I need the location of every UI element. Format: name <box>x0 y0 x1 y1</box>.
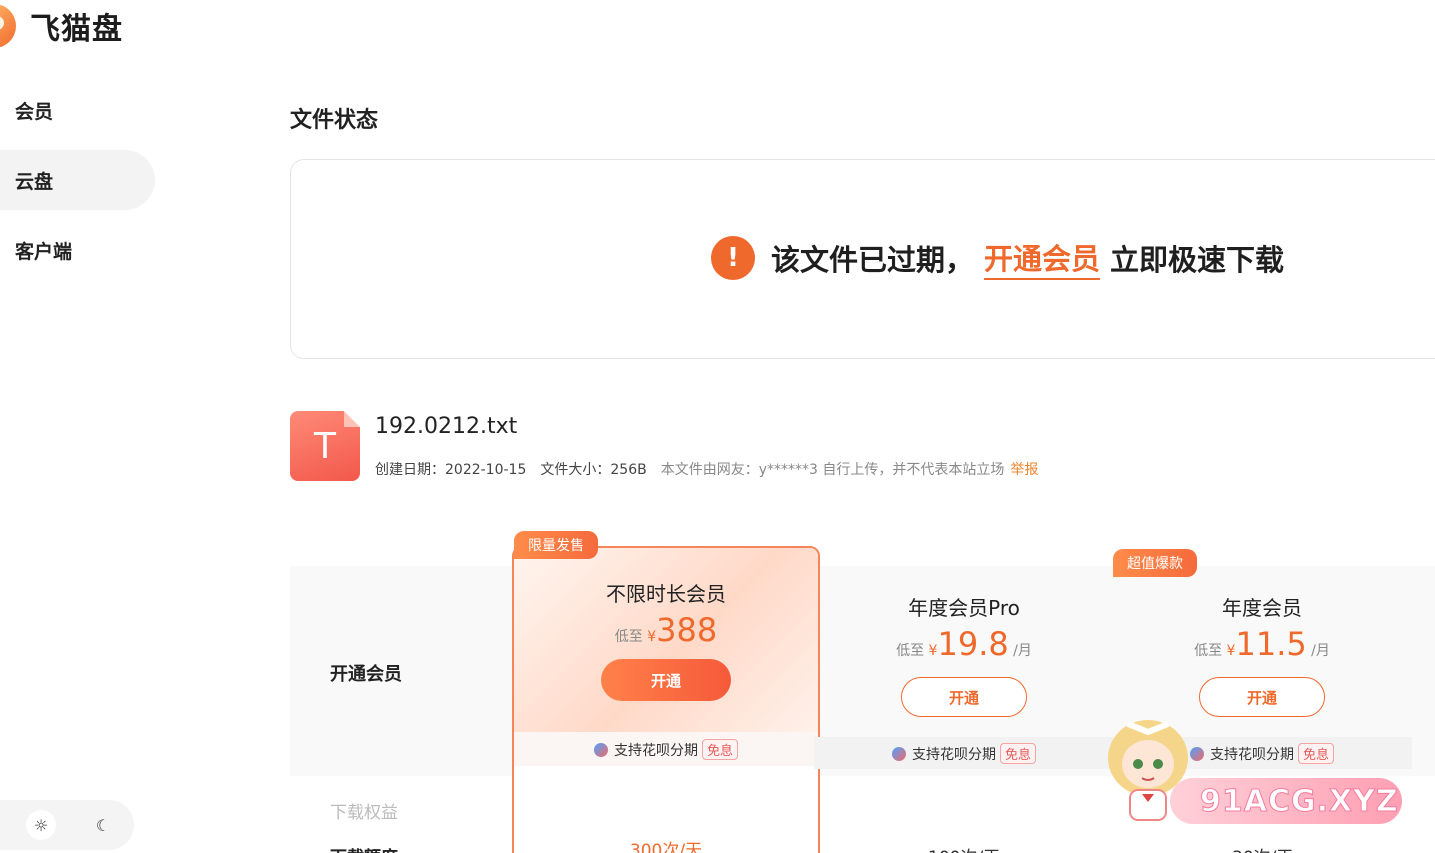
plan-name: 年度会员 <box>1222 596 1302 620</box>
plan-price: 低至 ¥19.8 /月 <box>814 625 1114 663</box>
sidebar-item-client[interactable]: 客户端 <box>0 220 160 280</box>
light-mode-icon[interactable]: ☼ <box>26 810 56 840</box>
file-uploader-note: 本文件由网友：y******3 自行上传，并不代表本站立场 <box>660 462 1005 478</box>
open-membership-link[interactable]: 开通会员 <box>984 236 1101 280</box>
open-button-annual-pro[interactable]: 开通 <box>901 677 1027 717</box>
file-name: 192.0212.txt <box>375 414 518 439</box>
file-size: 文件大小：256B <box>540 462 647 478</box>
interest-free-badge: 免息 <box>999 742 1036 764</box>
watermark: 91ACG.XYZ <box>1170 778 1402 824</box>
limited-sale-badge: 限量发售 <box>514 531 598 559</box>
price-unit: /月 <box>1013 643 1032 659</box>
watermark-text: 91ACG.XYZ <box>1200 783 1399 819</box>
status-message-suffix: 立即极速下载 <box>1110 243 1285 277</box>
interest-free-badge: 免息 <box>1297 742 1334 764</box>
quota-value: 100次/天 <box>928 843 1000 853</box>
badge-text: 限量发售 <box>514 531 598 559</box>
dark-mode-icon[interactable]: ☾ <box>88 810 118 840</box>
plan-price: 低至 ¥388 <box>514 611 818 649</box>
price-unit: /月 <box>1311 643 1330 659</box>
price-value: 19.8 <box>937 625 1009 663</box>
section-title: 文件状态 <box>290 108 379 133</box>
huabei-icon <box>891 746 906 761</box>
huabei-text: 支持花呗分期 <box>1209 746 1294 763</box>
huabei-text: 支持花呗分期 <box>613 742 698 759</box>
pricing-row-label: 开通会员 <box>330 664 402 685</box>
huabei-row: 支持花呗分期 免息 <box>814 737 1114 769</box>
sidebar-item-member[interactable]: 会员 <box>0 80 160 140</box>
cat-logo-icon <box>0 4 16 48</box>
open-button-annual[interactable]: 开通 <box>1199 677 1325 717</box>
warning-icon: ! <box>711 236 755 280</box>
huabei-icon <box>593 742 608 757</box>
report-link[interactable]: 举报 <box>1010 459 1038 479</box>
file-meta: 创建日期：2022-10-15 文件大小：256B 本文件由网友：y******… <box>375 459 1052 479</box>
open-button-unlimited[interactable]: 开通 <box>601 659 731 701</box>
price-value: 388 <box>656 611 718 649</box>
status-message: 该文件已过期， <box>771 243 975 277</box>
file-created-date: 创建日期：2022-10-15 <box>375 462 527 478</box>
price-value: 11.5 <box>1235 625 1307 663</box>
file-status-card: ! 该文件已过期， 开通会员 立即极速下载 <box>290 159 1435 359</box>
plan-name: 年度会员Pro <box>908 596 1020 620</box>
anime-mascot-icon <box>1108 720 1188 821</box>
benefit-label: 下载权益 <box>330 803 398 823</box>
app-logo[interactable]: 飞猫盘 <box>0 4 123 48</box>
quota-value: 30次/天 <box>1232 843 1293 853</box>
price-prefix: 低至 <box>614 629 643 645</box>
sidebar-nav: 会员 云盘 客户端 <box>0 80 160 290</box>
plan-card-unlimited[interactable]: 不限时长会员 低至 ¥388 开通 支持花呗分期 免息 300次/天 <box>512 546 820 853</box>
theme-switcher: ☼ ☾ <box>0 800 134 850</box>
currency-symbol: ¥ <box>647 629 657 645</box>
huabei-text: 支持花呗分期 <box>911 746 996 763</box>
sidebar-item-cloud-disk[interactable]: 云盘 <box>0 150 155 210</box>
price-prefix: 低至 <box>1194 643 1223 659</box>
plan-price: 低至 ¥11.5 /月 <box>1112 625 1412 663</box>
txt-file-icon: T <box>290 411 360 481</box>
price-prefix: 低至 <box>896 643 925 659</box>
file-icon-letter: T <box>314 425 336 467</box>
app-name: 飞猫盘 <box>30 12 123 47</box>
quota-label: 下载额度 <box>330 843 398 853</box>
huabei-row: 支持花呗分期 免息 <box>514 732 818 766</box>
interest-free-badge: 免息 <box>701 738 738 760</box>
plan-card-annual-pro[interactable]: 年度会员Pro 低至 ¥19.8 /月 开通 支持花呗分期 免息 <box>814 566 1114 769</box>
quota-value: 300次/天 <box>629 841 703 853</box>
